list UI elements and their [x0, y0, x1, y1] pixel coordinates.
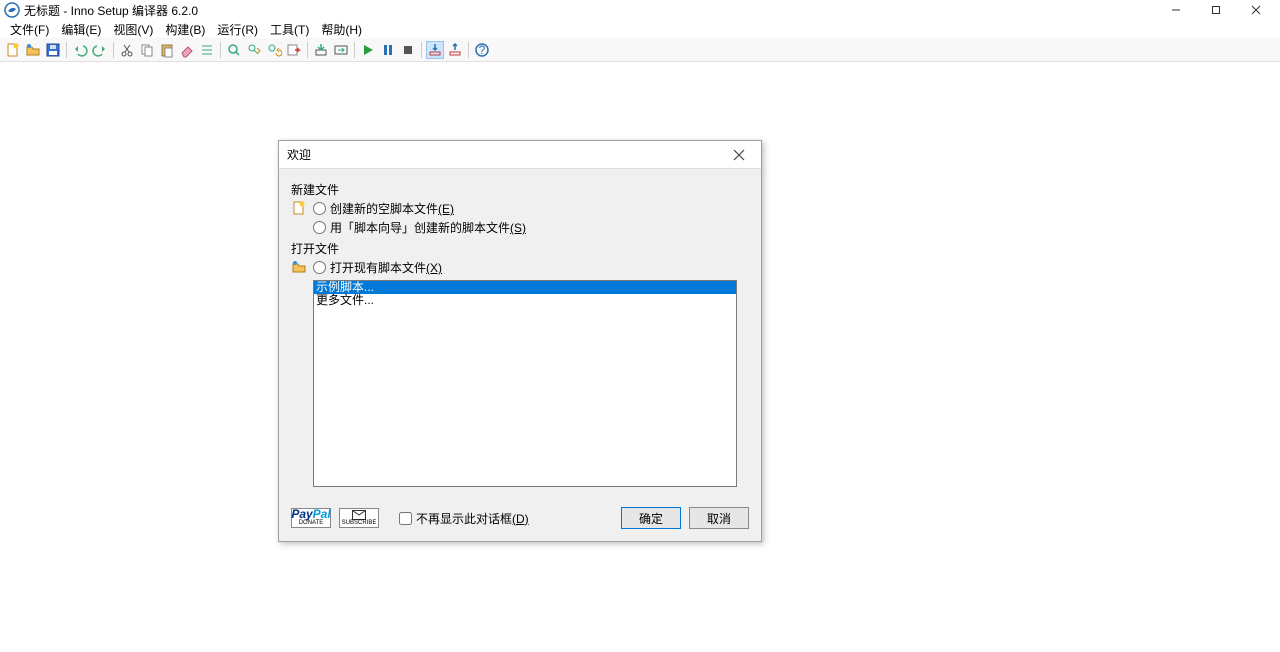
close-button[interactable] — [1236, 0, 1276, 20]
svg-text:?: ? — [479, 43, 486, 57]
toolbar-separator — [354, 42, 355, 58]
menu-edit[interactable]: 编辑(E) — [55, 21, 107, 38]
maximize-button[interactable] — [1196, 0, 1236, 20]
option-open-existing[interactable]: 打开现有脚本文件(X) — [313, 259, 442, 276]
dialog-title: 欢迎 — [287, 146, 311, 163]
toolbar-open-icon[interactable] — [24, 41, 42, 59]
window-titlebar: 无标题 - Inno Setup 编译器 6.2.0 — [0, 0, 1280, 20]
radio-open-existing[interactable] — [313, 261, 326, 274]
menu-view[interactable]: 视图(V) — [107, 21, 159, 38]
toolbar-erase-icon[interactable] — [178, 41, 196, 59]
section-new-label: 新建文件 — [291, 181, 749, 198]
dont-show-checkbox-row[interactable]: 不再显示此对话框(D) — [399, 510, 529, 527]
file-list[interactable]: 示例脚本... 更多文件... — [313, 280, 737, 487]
menu-help[interactable]: 帮助(H) — [315, 21, 368, 38]
toolbar-separator — [468, 42, 469, 58]
menu-build[interactable]: 构建(B) — [159, 21, 211, 38]
label-create-wizard: 用「脚本向导」创建新的脚本文件(S) — [330, 219, 526, 236]
dialog-body: 新建文件 创建新的空脚本文件(E) 用「脚本向导」创建新的脚本文件(S) 打开文… — [279, 169, 761, 499]
toolbar-help-icon[interactable]: ? — [473, 41, 491, 59]
toolbar-redo-icon[interactable] — [91, 41, 109, 59]
toolbar-run-icon[interactable] — [359, 41, 377, 59]
toolbar-undo-icon[interactable] — [71, 41, 89, 59]
radio-create-wizard[interactable] — [313, 221, 326, 234]
toolbar-stop-icon[interactable] — [399, 41, 417, 59]
option-create-wizard[interactable]: 用「脚本向导」创建新的脚本文件(S) — [313, 219, 526, 236]
toolbar-step-over-icon[interactable] — [446, 41, 464, 59]
section-open-label: 打开文件 — [291, 240, 749, 257]
toolbar-save-icon[interactable] — [44, 41, 62, 59]
menu-tools[interactable]: 工具(T) — [264, 21, 315, 38]
toolbar-copy-icon[interactable] — [138, 41, 156, 59]
cancel-button[interactable]: 取消 — [689, 507, 749, 529]
toolbar: ? — [0, 38, 1280, 62]
toolbar-cut-icon[interactable] — [118, 41, 136, 59]
list-item[interactable]: 更多文件... — [314, 294, 736, 307]
toolbar-separator — [220, 42, 221, 58]
option-create-empty[interactable]: 创建新的空脚本文件(E) — [313, 200, 526, 217]
section-new-row: 创建新的空脚本文件(E) 用「脚本向导」创建新的脚本文件(S) — [291, 200, 749, 236]
toolbar-separator — [307, 42, 308, 58]
window-controls — [1156, 0, 1276, 20]
radio-create-empty[interactable] — [313, 202, 326, 215]
toolbar-goto-icon[interactable] — [285, 41, 303, 59]
toolbar-new-icon[interactable] — [4, 41, 22, 59]
donate-label: DONATE — [299, 520, 324, 527]
section-open-row: 打开现有脚本文件(X) — [291, 259, 749, 276]
welcome-dialog: 欢迎 新建文件 创建新的空脚本文件(E) 用「脚本向导」创建新的脚本文件(S) … — [278, 140, 762, 542]
dialog-close-icon[interactable] — [733, 149, 753, 161]
window-title: 无标题 - Inno Setup 编译器 6.2.0 — [24, 2, 198, 19]
subscribe-label: SUBSCRIBE — [342, 520, 377, 527]
toolbar-separator — [421, 42, 422, 58]
toolbar-step-into-icon[interactable] — [426, 41, 444, 59]
toolbar-list-icon[interactable] — [198, 41, 216, 59]
toolbar-find-next-icon[interactable] — [245, 41, 263, 59]
dialog-footer: PayPal DONATE SUBSCRIBE 不再显示此对话框(D) 确定 取… — [279, 499, 761, 541]
paypal-label: PayPal — [291, 510, 330, 520]
menu-run[interactable]: 运行(R) — [211, 21, 264, 38]
ok-button[interactable]: 确定 — [621, 507, 681, 529]
list-item[interactable]: 示例脚本... — [314, 281, 736, 294]
menu-file[interactable]: 文件(F) — [4, 21, 55, 38]
label-create-empty: 创建新的空脚本文件(E) — [330, 200, 454, 217]
dont-show-label: 不再显示此对话框(D) — [416, 510, 529, 527]
menubar: 文件(F) 编辑(E) 视图(V) 构建(B) 运行(R) 工具(T) 帮助(H… — [0, 20, 1280, 38]
app-icon — [4, 2, 20, 18]
toolbar-replace-icon[interactable] — [265, 41, 283, 59]
toolbar-pause-icon[interactable] — [379, 41, 397, 59]
toolbar-compile-icon[interactable] — [312, 41, 330, 59]
paypal-donate-button[interactable]: PayPal DONATE — [291, 508, 331, 528]
label-open-existing: 打开现有脚本文件(X) — [330, 259, 442, 276]
mail-icon — [352, 510, 366, 520]
toolbar-separator — [66, 42, 67, 58]
toolbar-separator — [113, 42, 114, 58]
toolbar-paste-icon[interactable] — [158, 41, 176, 59]
new-file-icon — [291, 200, 307, 216]
toolbar-find-icon[interactable] — [225, 41, 243, 59]
toolbar-output-icon[interactable] — [332, 41, 350, 59]
subscribe-button[interactable]: SUBSCRIBE — [339, 508, 379, 528]
minimize-button[interactable] — [1156, 0, 1196, 20]
open-file-icon — [291, 259, 307, 275]
dont-show-checkbox[interactable] — [399, 512, 412, 525]
dialog-titlebar: 欢迎 — [279, 141, 761, 169]
